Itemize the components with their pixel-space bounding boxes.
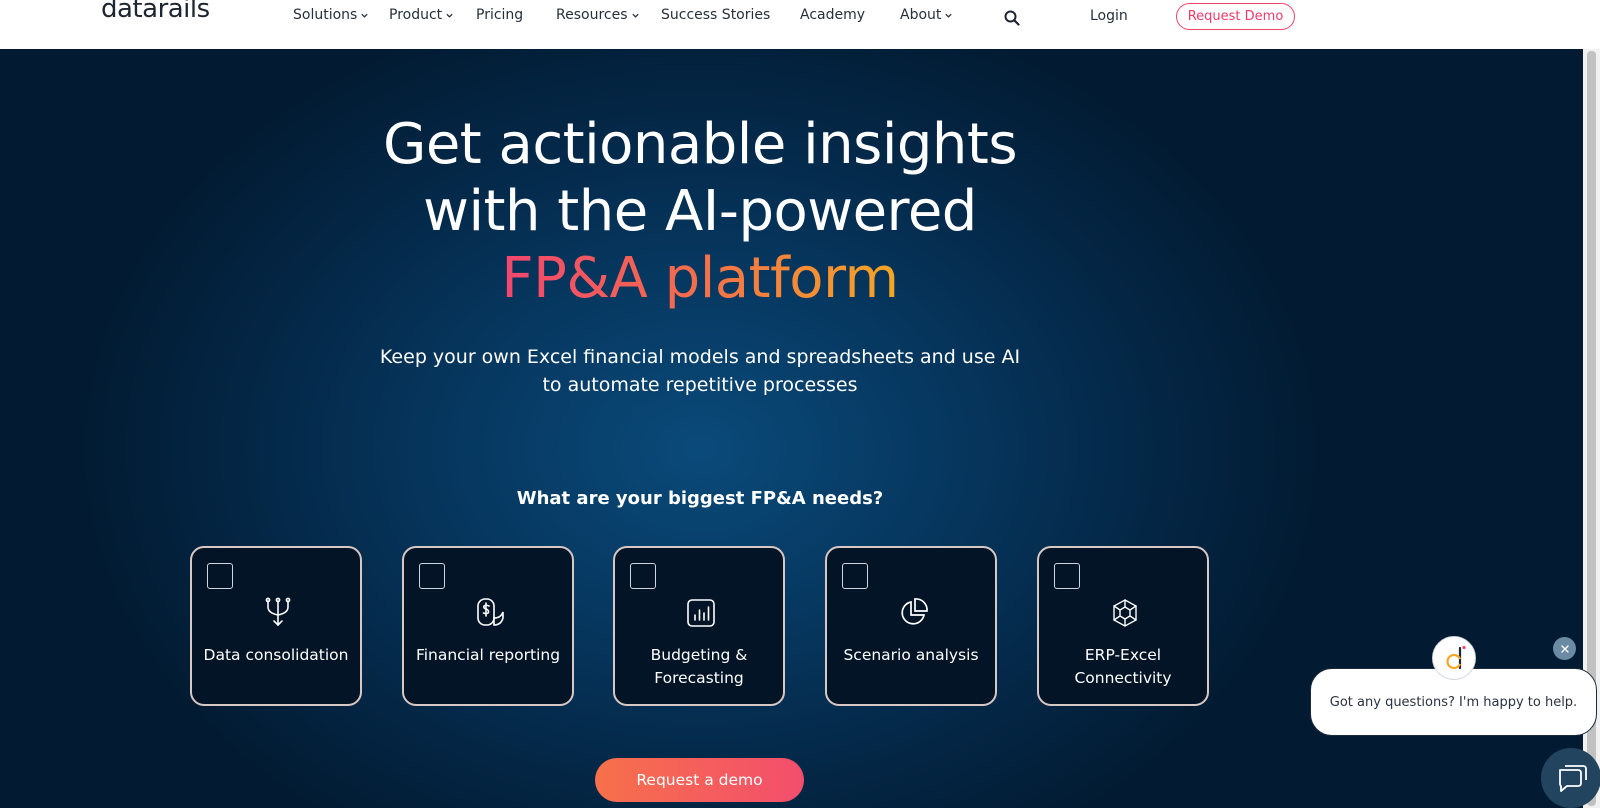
chat-launcher-button[interactable] bbox=[1541, 748, 1600, 808]
needs-question: What are your biggest FP&A needs? bbox=[516, 488, 884, 509]
nav-item-solutions[interactable]: Solutions bbox=[293, 7, 369, 23]
hero-headline: Get actionable insights bbox=[382, 112, 1018, 177]
need-card-label: Data consolidation bbox=[203, 646, 349, 664]
chat-bot-avatar[interactable] bbox=[1432, 636, 1476, 680]
chevron-down-icon bbox=[945, 13, 953, 18]
need-card-label: Financial reporting bbox=[415, 646, 561, 664]
dollar-document-icon bbox=[477, 598, 504, 626]
need-card-budgeting-forecasting[interactable]: Budgeting & Forecasting bbox=[613, 546, 785, 706]
bar-chart-icon bbox=[687, 599, 715, 627]
chat-close-button[interactable] bbox=[1553, 637, 1576, 660]
need-checkbox[interactable] bbox=[207, 563, 233, 589]
search-icon[interactable] bbox=[1003, 9, 1021, 27]
hero-headline: with the AI-powered bbox=[423, 179, 977, 244]
request-demo-button[interactable]: Request Demo bbox=[1176, 3, 1295, 30]
hero-subtitle: to automate repetitive processes bbox=[542, 374, 858, 396]
hero-headline-highlight: FP&A platform bbox=[501, 246, 899, 311]
need-card-erp-excel-connectivity[interactable]: ERP-Excel Connectivity bbox=[1037, 546, 1209, 706]
nav-item-product[interactable]: Product bbox=[389, 7, 454, 23]
need-card-label: Budgeting & Forecasting bbox=[650, 646, 748, 687]
need-checkbox[interactable] bbox=[1054, 563, 1080, 589]
need-checkbox[interactable] bbox=[419, 563, 445, 589]
chevron-down-icon bbox=[361, 13, 368, 18]
hero-subtitle: Keep your own Excel financial models and… bbox=[379, 346, 1021, 368]
chevron-down-icon bbox=[631, 13, 639, 18]
merge-arrows-icon bbox=[265, 597, 291, 627]
close-icon bbox=[1560, 644, 1569, 653]
pie-chart-icon bbox=[901, 598, 928, 625]
chat-prompt-text: Got any questions? I'm happy to help. bbox=[1329, 694, 1578, 710]
datarails-d-logo-icon bbox=[1446, 645, 1466, 670]
need-card-scenario-analysis[interactable]: Scenario analysis bbox=[825, 546, 997, 706]
need-checkbox[interactable] bbox=[842, 563, 868, 589]
top-navigation-bar: datarails Solutions Product Pricing Reso… bbox=[0, 0, 1600, 49]
need-card-data-consolidation[interactable]: Data consolidation bbox=[190, 546, 362, 706]
nav-item-academy[interactable]: Academy bbox=[800, 7, 865, 23]
chevron-down-icon bbox=[446, 13, 453, 18]
nav-item-pricing[interactable]: Pricing bbox=[476, 7, 523, 23]
request-a-demo-button[interactable]: Request a demo bbox=[595, 758, 804, 802]
nav-item-about[interactable]: About bbox=[900, 7, 953, 23]
need-checkbox[interactable] bbox=[630, 563, 656, 589]
nav-item-resources[interactable]: Resources bbox=[556, 7, 640, 23]
chat-bubble-icon bbox=[1559, 765, 1587, 792]
network-cube-icon bbox=[1113, 599, 1137, 627]
nav-item-success-stories[interactable]: Success Stories bbox=[661, 7, 770, 23]
need-card-label: Scenario analysis bbox=[843, 646, 979, 664]
login-link[interactable]: Login bbox=[1090, 8, 1128, 24]
datarails-logo[interactable]: datarails bbox=[101, 0, 210, 24]
need-card-financial-reporting[interactable]: Financial reporting bbox=[402, 546, 574, 706]
need-card-label: ERP-Excel Connectivity bbox=[1074, 646, 1172, 687]
